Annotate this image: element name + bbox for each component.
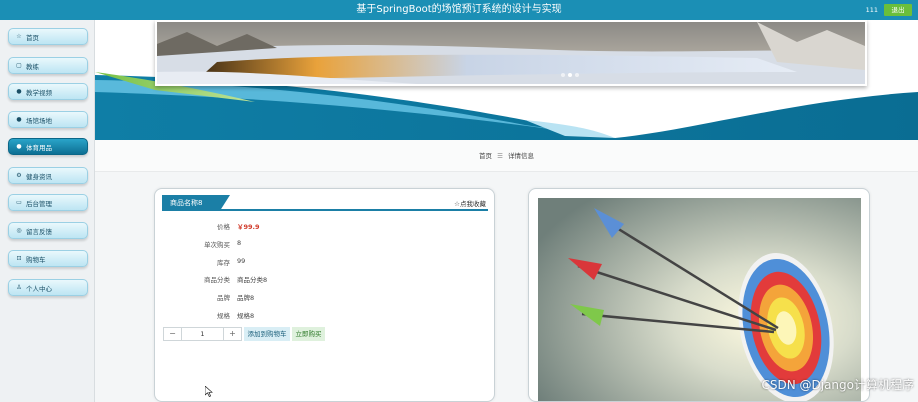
sidebar-item-8[interactable]: ⊡ 购物车	[8, 250, 88, 267]
favorite-button[interactable]: ☆点我收藏	[454, 198, 486, 208]
feedback-icon: ◎	[16, 227, 22, 234]
star-icon: ☆	[16, 33, 22, 40]
app-title: 基于SpringBoot的场馆预订系统的设计与实现	[356, 4, 562, 15]
sidebar-item-7[interactable]: ◎ 留言反馈	[8, 222, 88, 239]
sidebar-item-label: 留言反馈	[26, 227, 52, 236]
field-label: 规格	[217, 312, 230, 320]
field-label: 库存	[217, 259, 230, 267]
product-field-row: 规格 规格8	[155, 310, 495, 320]
add-to-cart-button[interactable]: 添加到购物车	[244, 327, 290, 341]
watermark: CSDN @Django计算机程序	[761, 378, 914, 392]
field-value: 品牌8	[237, 294, 255, 302]
product-field-row: 价格 ￥99.9	[155, 221, 495, 231]
sidebar-item-label: 后台管理	[26, 199, 52, 208]
sidebar-item-label: 教练	[26, 62, 39, 71]
sidebar-item-6[interactable]: ▭ 后台管理	[8, 194, 88, 211]
field-label: 品牌	[217, 294, 230, 302]
breadcrumb-separator-icon: ☰	[497, 152, 503, 160]
monitor-icon: ▭	[16, 199, 22, 206]
product-title-bar: 商品名称8 ☆点我收藏	[162, 195, 488, 211]
field-value: ￥99.9	[237, 223, 260, 231]
quantity-stepper: − 1 +	[163, 327, 242, 341]
product-field-row: 单次购买 8	[155, 239, 495, 249]
field-value: 99	[237, 257, 246, 265]
field-value: 商品分类8	[237, 276, 268, 284]
breadcrumb: 首页 ☰ 详情信息	[95, 140, 918, 172]
sidebar-item-4[interactable]: ● 体育用品	[8, 138, 88, 155]
sidebar-item-5[interactable]: ⚙ 健身资讯	[8, 167, 88, 184]
quantity-input[interactable]: 1	[182, 328, 223, 340]
field-label: 单次购买	[204, 241, 230, 249]
help-icon: ●	[16, 116, 22, 123]
breadcrumb-current: 详情信息	[507, 152, 534, 160]
buy-now-button[interactable]: 立即购买	[292, 327, 325, 341]
hero-banner-area	[95, 20, 918, 140]
settings-icon: ⚙	[16, 172, 22, 179]
carousel-dots	[561, 73, 579, 77]
carousel-dot[interactable]	[575, 73, 579, 77]
product-name-tab: 商品名称8	[162, 195, 230, 211]
user-name[interactable]: 111	[866, 6, 878, 14]
field-label: 商品分类	[204, 276, 230, 284]
sidebar-item-label: 场馆场地	[26, 116, 52, 125]
sidebar: ☆ 首页 ▢ 教练 ● 教学视频 ● 场馆场地 ● 体育用品 ⚙ 健身资讯 ▭ 后台管理 ◎ 留言反馈 ⊡ 购物车…	[0, 20, 95, 402]
sidebar-item-label: 体育用品	[26, 143, 52, 152]
sidebar-item-label: 首页	[26, 33, 39, 42]
info-icon: ●	[16, 143, 22, 150]
mouse-cursor-icon	[205, 386, 213, 397]
product-info-panel: 商品名称8 ☆点我收藏 价格 ￥99.9 单次购买 8 库存 99 商品分类 商品分类8 品牌品…	[154, 188, 495, 402]
sidebar-item-9[interactable]: ♙ 个人中心	[8, 279, 88, 296]
sidebar-item-label: 教学视频	[26, 88, 52, 97]
breadcrumb-home[interactable]: 首页	[479, 152, 492, 160]
carousel-dot[interactable]	[561, 73, 565, 77]
archery-target-image	[538, 198, 861, 401]
sidebar-item-0[interactable]: ☆ 首页	[8, 28, 88, 45]
top-bar: 基于SpringBoot的场馆预订系统的设计与实现 111 退出	[0, 0, 918, 20]
product-image-panel	[528, 188, 870, 402]
logout-button[interactable]: 退出	[884, 4, 912, 16]
product-field-row: 商品分类 商品分类8	[155, 274, 495, 284]
user-icon: ♙	[16, 284, 22, 291]
winter-river-image	[157, 22, 865, 84]
carousel-dot[interactable]	[568, 73, 572, 77]
sidebar-item-3[interactable]: ● 场馆场地	[8, 111, 88, 128]
sidebar-item-label: 个人中心	[26, 284, 52, 293]
sidebar-item-1[interactable]: ▢ 教练	[8, 57, 88, 74]
sidebar-item-label: 健身资讯	[26, 172, 52, 181]
product-field-row: 品牌 品牌8	[155, 292, 495, 302]
dot-icon: ●	[16, 88, 22, 95]
carousel-banner-image[interactable]	[155, 20, 867, 86]
field-value: 8	[237, 239, 242, 247]
sidebar-item-label: 购物车	[26, 255, 46, 264]
field-value: 规格8	[237, 312, 255, 320]
field-label: 价格	[217, 223, 230, 231]
product-field-row: 库存 99	[155, 257, 495, 267]
quantity-plus-button[interactable]: +	[223, 328, 241, 340]
quantity-minus-button[interactable]: −	[164, 328, 182, 340]
sidebar-item-2[interactable]: ● 教学视频	[8, 83, 88, 100]
calendar-icon: ▢	[16, 62, 22, 69]
cart-icon: ⊡	[16, 255, 22, 262]
